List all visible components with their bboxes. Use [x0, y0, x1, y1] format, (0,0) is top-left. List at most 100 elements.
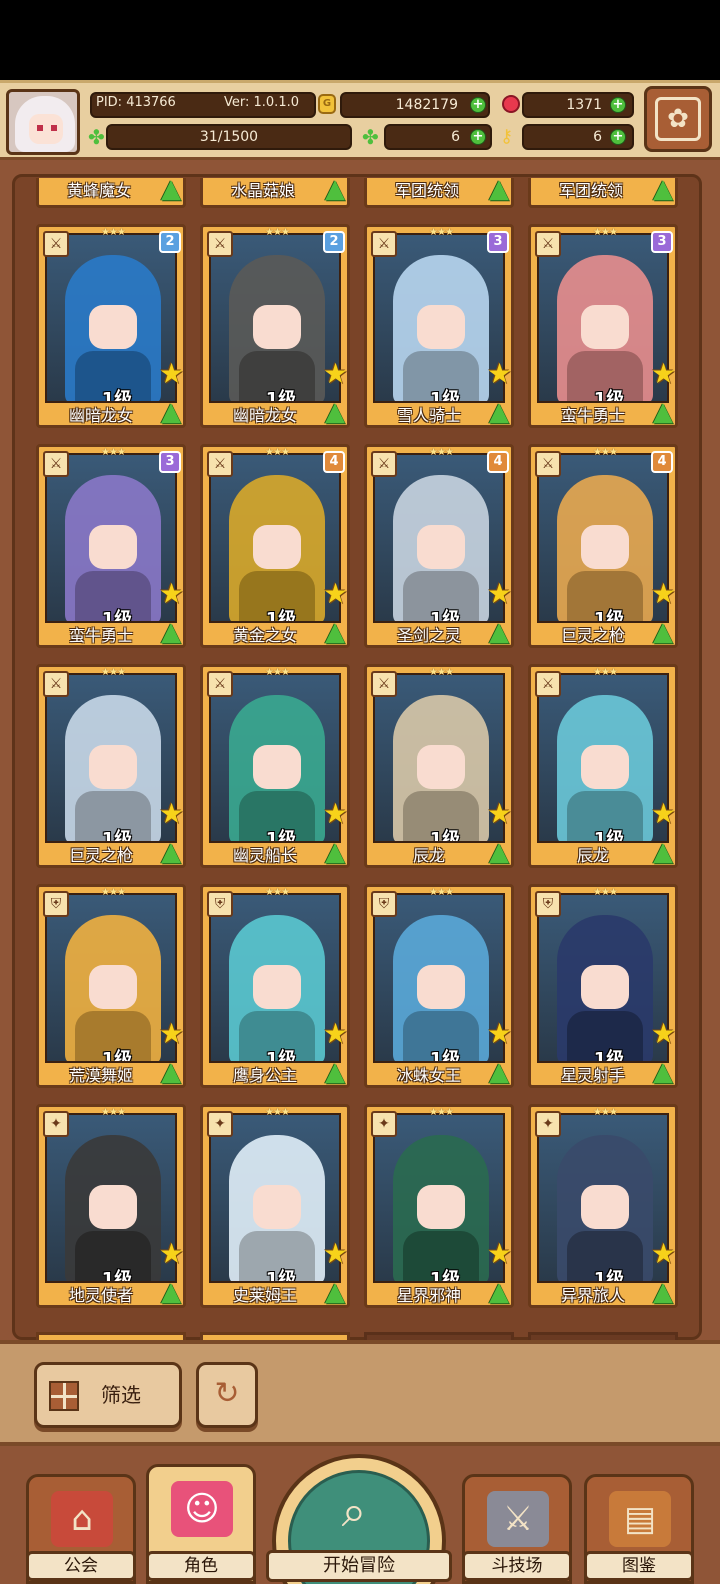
character-card[interactable]: 1级 ★★★ ⚔ ★ 幽灵船长 ▲ [200, 664, 350, 868]
card-partial-top[interactable]: 黄蜂魔女 ▲ [36, 174, 186, 208]
filter-bar: 筛选 ↻ [0, 1340, 720, 1446]
character-card[interactable]: 1级 ★★★ ⚔ 3 ★ 蛮牛勇士 ▲ [36, 444, 186, 648]
nav-character-label: 角色 [146, 1551, 256, 1581]
refresh-icon: ↻ [214, 1376, 240, 1411]
player-id: PID: 413766 [96, 95, 176, 110]
character-card[interactable]: 1级 ★★★ ⚔ 4 ★ 巨灵之枪 ▲ [528, 444, 678, 648]
card-portrait: 1级 [209, 893, 341, 1063]
upgrade-tree-icon: ▲ [325, 1057, 345, 1087]
rarity-stars: ★★★ [429, 1107, 454, 1118]
card-partial-top[interactable]: 军团统领 ▲ [364, 176, 514, 208]
character-card[interactable]: 1级 ★★★ ⚔ 4 ★ 黄金之女 ▲ [200, 444, 350, 648]
character-card[interactable]: 1级 ★★★ ⛨ ★ 冰蛛女王 ▲ [364, 884, 514, 1088]
upgrade-tree-icon: ▲ [325, 1277, 345, 1307]
key-icon: ⚷ [500, 126, 514, 147]
character-card[interactable]: 1级 ★★★ ⚔ ★ 巨灵之枪 ▲ [36, 664, 186, 868]
add-gold-button[interactable]: + [470, 97, 486, 113]
grid-filter-icon [49, 1381, 79, 1411]
star-upgrade-icon: ★ [651, 797, 677, 830]
settings-button[interactable]: ✿ [644, 86, 712, 152]
portrait-face [417, 965, 465, 1009]
gem-value: 1371 [566, 97, 602, 113]
add-clover-button[interactable]: + [470, 129, 486, 145]
character-card[interactable]: 1级 ★★★ ✦ ★ 异界旅人 ▲ [528, 1104, 678, 1308]
guild-building-icon: ⌂ [51, 1491, 113, 1547]
character-card[interactable]: 1级 ★★★ ⚔ 3 ★ 雪人骑士 ▲ [364, 224, 514, 428]
character-card[interactable]: 1级 ★★★ ⚔ 3 ★ 蛮牛勇士 ▲ [528, 224, 678, 428]
card-name: 黄金之女 [232, 626, 297, 645]
card-name: 幽暗龙女 [68, 406, 133, 425]
character-card[interactable]: 1级 ★★★ ⚔ 4 ★ 圣剑之灵 ▲ [364, 444, 514, 648]
card-partial-top[interactable]: 水晶菇娘 ▲ [200, 176, 350, 208]
character-card[interactable]: 1级 ★★★ ⚔ ★ 辰龙 ▲ [528, 664, 678, 868]
upgrade-tree-icon: ▲ [653, 1057, 673, 1087]
rarity-stars: ★★★ [101, 447, 126, 458]
star-upgrade-icon: ★ [323, 577, 349, 610]
wand-icon: ✦ [43, 1111, 69, 1137]
character-card[interactable]: 1级 ★★★ ⛨ ★ 星灵射手 ▲ [528, 884, 678, 1088]
character-card[interactable]: 1级 ★★★ ✦ ★ 史莱姆王 ▲ [200, 1104, 350, 1308]
nav-codex[interactable]: ▤ 图鉴 [584, 1474, 694, 1584]
crossed-swords-icon: ⚔ [487, 1491, 549, 1547]
nav-character[interactable]: ☺ 角色 [146, 1464, 256, 1584]
start-adventure-button[interactable]: ⌕ 开始冒险 [266, 1454, 452, 1584]
nav-guild[interactable]: ⌂ 公会 [26, 1474, 136, 1584]
card-name: 蛮牛勇士 [560, 406, 625, 425]
character-card[interactable]: 1级 ★★★ ⚔ ★ 辰龙 ▲ [364, 664, 514, 868]
card-name: 雪人骑士 [396, 406, 461, 425]
avatar-eye [37, 125, 43, 131]
card-name: 史莱姆王 [232, 1286, 297, 1305]
rarity-stars: ★★★ [265, 1107, 290, 1118]
card-name: 异界旅人 [560, 1286, 625, 1305]
rarity-stars: ★★★ [593, 667, 618, 678]
rarity-stars: ★★★ [429, 227, 454, 238]
card-portrait: 1级 [209, 233, 341, 403]
card-name: 幽暗龙女 [232, 406, 297, 425]
character-card[interactable]: 1级 ★★★ ⛨ ★ 荒漠舞姬 ▲ [36, 884, 186, 1088]
status-bar-area [0, 0, 720, 80]
upgrade-tree-icon: ▲ [489, 617, 509, 647]
upgrade-tree-icon: ▲ [325, 617, 345, 647]
star-upgrade-icon: ★ [159, 357, 185, 390]
refresh-button[interactable]: ↻ [196, 1362, 258, 1428]
card-name: 巨灵之枪 [560, 626, 625, 645]
shield-icon: ⛨ [535, 891, 561, 917]
card-level: 1级 [429, 1049, 461, 1063]
star-upgrade-icon: ★ [487, 1237, 513, 1270]
portrait-face [581, 1185, 629, 1229]
star-upgrade-icon: ★ [651, 357, 677, 390]
portrait-face [89, 525, 137, 569]
upgrade-tree-icon: ▲ [653, 837, 673, 867]
card-portrait: 1级 [45, 233, 177, 403]
card-name: 星界邪神 [396, 1286, 461, 1305]
character-card[interactable]: 1级 ★★★ ⚔ 2 ★ 幽暗龙女 ▲ [200, 224, 350, 428]
filter-button[interactable]: 筛选 [34, 1362, 182, 1428]
card-name: 幽灵船长 [232, 846, 297, 865]
empty-slot [364, 1332, 514, 1340]
upgrade-tree-icon: ▲ [489, 1057, 509, 1087]
add-gems-button[interactable]: + [610, 97, 626, 113]
character-card[interactable]: 1级 ★★★ ⛨ ★ 鹰身公主 ▲ [200, 884, 350, 1088]
character-card[interactable]: 1级 ★★★ ⚔ 2 ★ 幽暗龙女 ▲ [36, 224, 186, 428]
character-card[interactable]: 1级 ★★★ ✦ ★ 星界邪神 ▲ [364, 1104, 514, 1308]
star-upgrade-icon: ★ [487, 797, 513, 830]
nav-arena[interactable]: ⚔ 斗技场 [462, 1474, 572, 1584]
book-icon: ▤ [609, 1491, 671, 1547]
rank-badge: 2 [159, 231, 181, 253]
card-name: 鹰身公主 [232, 1066, 297, 1085]
star-upgrade-icon: ★ [651, 1237, 677, 1270]
card-partial-top[interactable]: 军团统领 ▲ [528, 176, 678, 208]
star-upgrade-icon: ★ [651, 577, 677, 610]
rank-badge: 2 [323, 231, 345, 253]
character-card[interactable]: 1级 ★★★ ✦ ★ 地灵使者 ▲ [36, 1104, 186, 1308]
card-portrait: 1级 [537, 453, 669, 623]
player-avatar[interactable] [6, 89, 80, 155]
character-face-icon: ☺ [171, 1481, 233, 1537]
upgrade-tree-icon: ▲ [161, 174, 181, 204]
card-portrait: 1级 [209, 673, 341, 843]
energy-clover-icon: ✤ [88, 125, 105, 149]
rarity-stars: ★★★ [593, 1107, 618, 1118]
portrait-face [417, 525, 465, 569]
nav-guild-label: 公会 [26, 1551, 136, 1581]
add-key-button[interactable]: + [610, 129, 626, 145]
